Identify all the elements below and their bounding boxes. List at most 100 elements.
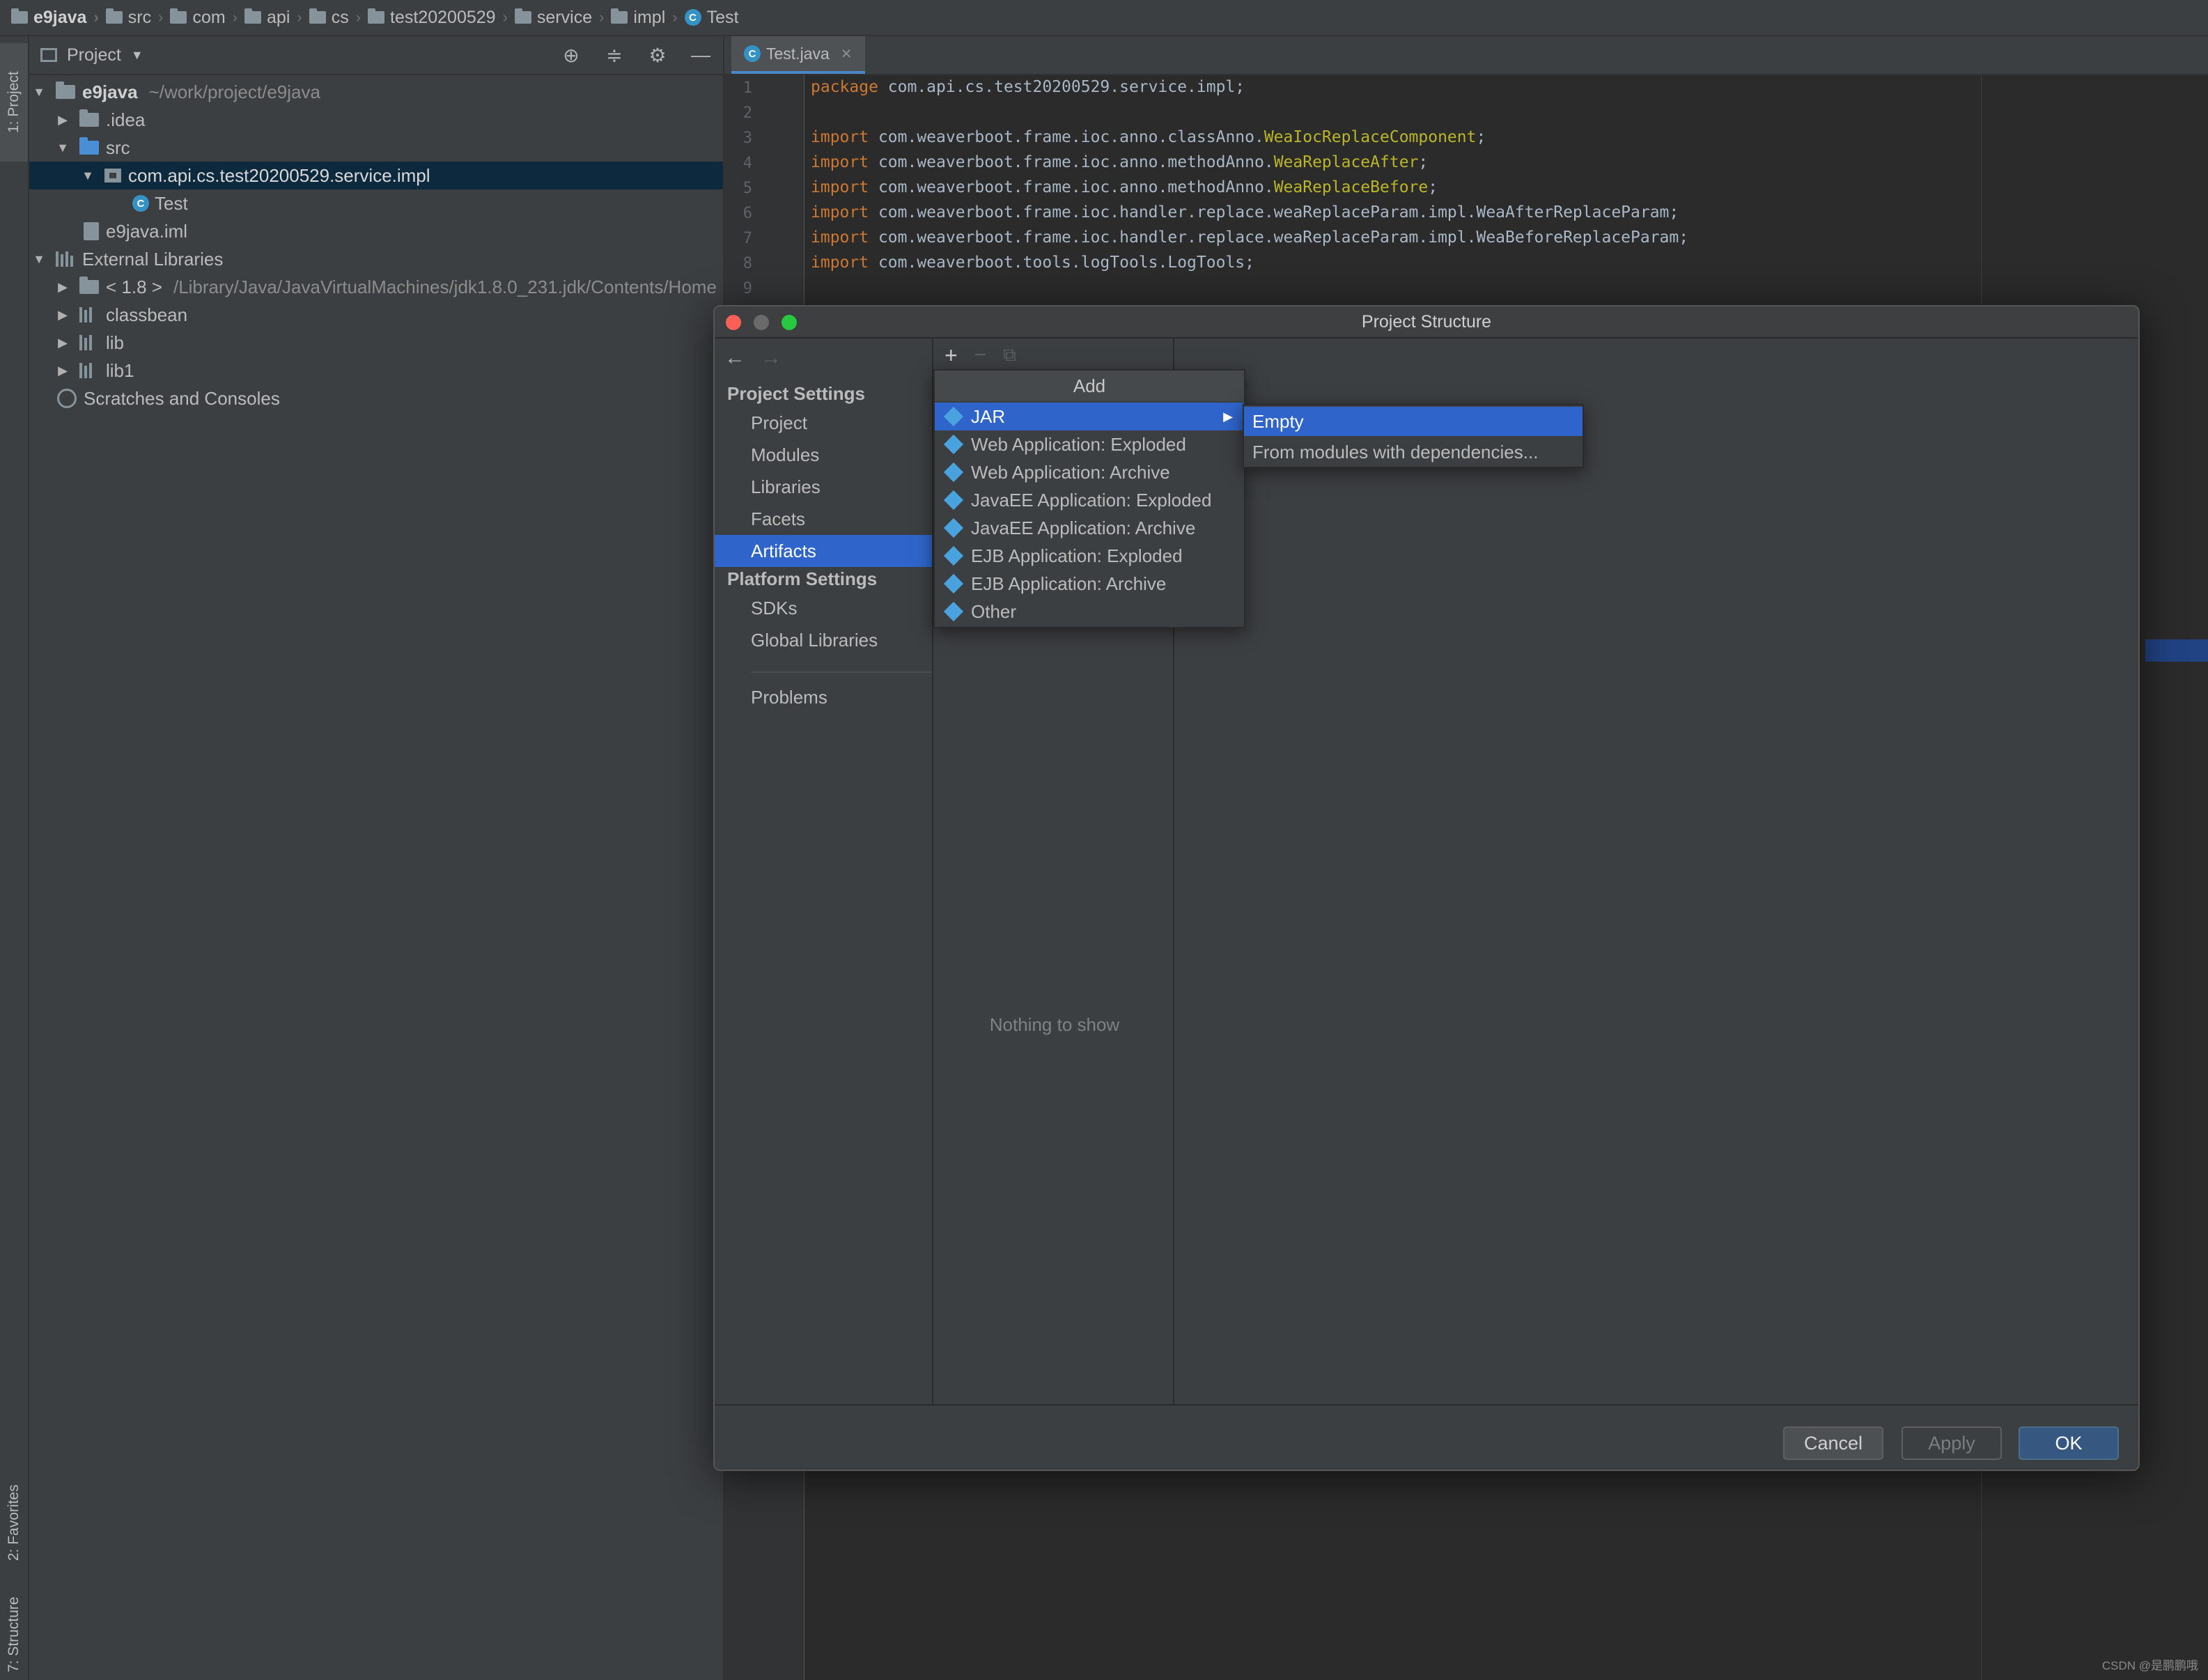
add-icon[interactable]: + — [944, 343, 958, 368]
code-line[interactable]: import com.weaverboot.frame.ioc.handler.… — [811, 203, 1679, 221]
tool-tab-structure[interactable]: 7: Structure — [0, 1589, 28, 1680]
package-icon — [104, 169, 121, 182]
nav-item-project[interactable]: Project — [715, 407, 932, 439]
scrollbar-marker[interactable] — [2145, 639, 2208, 662]
artifact-icon — [943, 490, 964, 511]
collapse-all-icon[interactable]: ≑ — [603, 44, 625, 66]
tree-idea[interactable]: ▶ .idea — [29, 106, 723, 134]
artifact-icon — [943, 462, 964, 483]
tree-external-libraries[interactable]: ▼ External Libraries — [29, 245, 723, 273]
gear-icon[interactable]: ⚙ — [646, 44, 669, 66]
code-line[interactable]: import com.weaverboot.frame.ioc.anno.cla… — [811, 128, 1486, 146]
artifacts-toolbar: + − ⧉ — [935, 339, 1173, 372]
locate-icon[interactable]: ⊕ — [560, 44, 582, 66]
forward-arrow-icon[interactable]: → — [761, 346, 782, 370]
tree-root[interactable]: ▼ e9java ~/work/project/e9java — [29, 78, 723, 106]
folder-icon — [170, 8, 187, 24]
breadcrumb-cs[interactable]: cs › — [309, 8, 368, 28]
tree-jdk[interactable]: ▶ < 1.8 > /Library/Java/JavaVirtualMachi… — [29, 273, 723, 301]
breadcrumb-project[interactable]: e9java › — [11, 8, 106, 28]
menu-item-javaee-archive[interactable]: JavaEE Application: Archive — [935, 514, 1244, 542]
tree-lib1[interactable]: ▶ lib1 — [29, 357, 723, 384]
nav-item-global-libraries[interactable]: Global Libraries — [715, 624, 932, 656]
tree-src[interactable]: ▼ src — [29, 134, 723, 162]
submenu-item-empty[interactable]: Empty — [1244, 407, 1583, 436]
close-icon[interactable]: ✕ — [841, 45, 853, 63]
menu-item-web-exploded[interactable]: Web Application: Exploded — [935, 430, 1244, 458]
nav-item-artifacts[interactable]: Artifacts — [715, 535, 932, 567]
code-line[interactable]: package com.api.cs.test20200529.service.… — [811, 78, 1245, 96]
folder-icon — [611, 8, 628, 24]
line-number: 3 — [743, 130, 752, 147]
dialog-sidebar: ← → Project Settings Project Modules Lib… — [715, 339, 933, 1404]
code-line[interactable]: import com.weaverboot.frame.ioc.anno.met… — [811, 153, 1428, 171]
breadcrumb-test20200529[interactable]: test20200529 › — [368, 8, 515, 28]
tool-tab-project[interactable]: 1: Project — [0, 43, 28, 162]
tree-iml[interactable]: e9java.iml — [29, 217, 723, 245]
folder-icon — [514, 8, 531, 24]
chevron-right-icon: › — [502, 8, 508, 26]
breadcrumb-src[interactable]: src › — [105, 8, 171, 28]
nav-item-libraries[interactable]: Libraries — [715, 471, 932, 503]
chevron-down-icon: ▼ — [130, 47, 143, 62]
menu-item-other[interactable]: Other — [935, 598, 1244, 625]
dialog-title: Project Structure — [1361, 311, 1492, 332]
artifact-icon — [943, 434, 964, 455]
library-icon — [56, 251, 75, 267]
class-icon: C — [132, 195, 149, 212]
project-panel-header: Project ▼ ⊕ ≑ ⚙ — — [29, 36, 723, 75]
dialog-title-bar[interactable]: Project Structure — [715, 306, 2138, 339]
menu-item-ejb-archive[interactable]: EJB Application: Archive — [935, 570, 1244, 598]
back-arrow-icon[interactable]: ← — [724, 346, 745, 370]
nav-item-problems[interactable]: Problems — [715, 681, 932, 713]
line-number: 9 — [743, 280, 752, 297]
submenu-item-from-modules[interactable]: From modules with dependencies... — [1244, 437, 1583, 467]
maximize-window-icon[interactable] — [782, 315, 797, 330]
copy-icon[interactable]: ⧉ — [1003, 344, 1016, 366]
watermark: CSDN @是鹏鹏哦 — [2101, 1659, 2198, 1672]
code-line[interactable]: import com.weaverboot.tools.logTools.Log… — [811, 254, 1254, 272]
editor-tab-test-java[interactable]: C Test.java ✕ — [731, 36, 865, 74]
tree-package[interactable]: ▼ com.api.cs.test20200529.service.impl — [29, 162, 723, 189]
breadcrumb-impl[interactable]: impl › — [611, 8, 684, 28]
expanded-arrow-icon: ▼ — [56, 140, 69, 155]
tool-tab-favorites[interactable]: 2: Favorites — [0, 1446, 28, 1599]
hide-icon[interactable]: — — [690, 44, 712, 66]
tree-test-class[interactable]: C Test — [29, 189, 723, 217]
artifact-icon — [943, 573, 964, 594]
collapsed-arrow-icon: ▶ — [58, 307, 68, 322]
project-view-selector[interactable]: Project ▼ — [40, 45, 143, 65]
menu-item-javaee-exploded[interactable]: JavaEE Application: Exploded — [935, 486, 1244, 514]
chevron-right-icon: › — [355, 8, 361, 26]
tree-classbean[interactable]: ▶ classbean — [29, 301, 723, 329]
minimize-window-icon[interactable] — [754, 315, 769, 330]
menu-item-web-archive[interactable]: Web Application: Archive — [935, 458, 1244, 486]
nav-item-facets[interactable]: Facets — [715, 503, 932, 535]
tree-scratches[interactable]: Scratches and Consoles — [29, 384, 723, 412]
remove-icon[interactable]: − — [974, 343, 987, 367]
breadcrumb-service[interactable]: service › — [514, 8, 612, 28]
cancel-button[interactable]: Cancel — [1783, 1426, 1883, 1460]
section-project-settings: Project Settings — [727, 383, 865, 404]
apply-button[interactable]: Apply — [1902, 1426, 2002, 1460]
project-folder-icon — [11, 8, 28, 24]
jar-submenu: Empty From modules with dependencies... — [1243, 404, 1584, 468]
breadcrumb-api[interactable]: api › — [244, 8, 309, 28]
breadcrumb-com[interactable]: com › — [170, 8, 244, 28]
empty-list-text: Nothing to show — [989, 1014, 1120, 1035]
close-window-icon[interactable] — [726, 315, 741, 330]
nav-item-sdks[interactable]: SDKs — [715, 592, 932, 624]
line-number: 5 — [743, 180, 752, 197]
code-line[interactable]: import com.weaverboot.frame.ioc.anno.met… — [811, 178, 1438, 196]
ok-button[interactable]: OK — [2019, 1426, 2119, 1460]
code-line[interactable]: import com.weaverboot.frame.ioc.handler.… — [811, 228, 1688, 247]
breadcrumb-test[interactable]: C Test — [684, 8, 738, 28]
artifact-icon — [943, 406, 964, 427]
menu-item-jar[interactable]: JAR ▶ — [935, 403, 1244, 430]
tree-lib[interactable]: ▶ lib — [29, 329, 723, 357]
folder-icon — [309, 8, 326, 24]
menu-item-ejb-exploded[interactable]: EJB Application: Exploded — [935, 542, 1244, 570]
nav-item-modules[interactable]: Modules — [715, 439, 932, 471]
section-platform-settings: Platform Settings — [727, 568, 878, 589]
add-menu-title: Add — [935, 371, 1244, 401]
